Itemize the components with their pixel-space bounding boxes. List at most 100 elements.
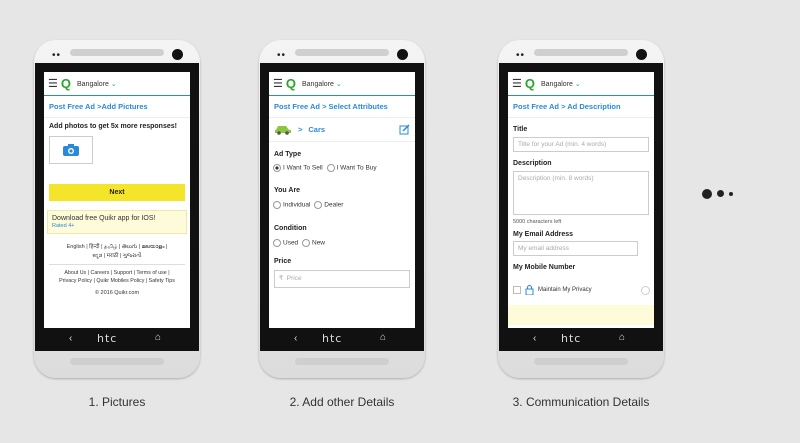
breadcrumb: Post Free Ad > Select Attributes — [269, 96, 415, 118]
phone-pictures: •• ☰ Q Bangalore ⌄ Post Free Ad >Add Pic… — [34, 40, 200, 378]
speaker-grille-bottom — [534, 358, 628, 365]
ios-promo[interactable]: Download free Quikr app for IOS! Rated 4… — [47, 210, 187, 234]
screen-pictures: ☰ Q Bangalore ⌄ Post Free Ad >Add Pictur… — [44, 72, 190, 328]
ad-type-label: Ad Type — [274, 151, 302, 158]
home-icon[interactable]: ⌂ — [155, 332, 161, 343]
option-label: Individual — [283, 201, 311, 209]
radio-used[interactable] — [273, 239, 281, 247]
privacy-label: Maintain My Privacy — [538, 287, 592, 293]
home-icon[interactable]: ⌂ — [380, 332, 386, 343]
ios-promo-text: Download free Quikr app for IOS! — [52, 215, 156, 222]
add-photo-button[interactable] — [49, 136, 93, 164]
option-label: I Want To Sell — [283, 164, 323, 172]
title-label: Title — [513, 126, 528, 133]
system-navbar: ‹ htc ⌂ — [260, 329, 424, 351]
condition-options: Used New — [269, 232, 415, 247]
description-label: Description — [513, 160, 552, 167]
notice-strip — [508, 305, 654, 325]
chevron-down-icon: ⌄ — [335, 80, 342, 88]
phone-attributes: •• ☰ Q Bangalore ⌄ Post Free Ad > Select… — [259, 40, 425, 378]
footer-links-line[interactable]: Privacy Policy | Quikr Mobiles Policy | … — [44, 277, 190, 285]
htc-logo: htc — [97, 332, 118, 345]
radio-dealer[interactable] — [314, 201, 323, 209]
radio-sell[interactable] — [273, 164, 281, 172]
htc-logo: htc — [322, 332, 343, 345]
system-navbar: ‹ htc ⌂ — [499, 329, 663, 351]
speaker-grille — [70, 49, 164, 56]
price-placeholder: Price — [286, 275, 302, 282]
app-header: ☰ Q Bangalore ⌄ — [269, 72, 415, 96]
back-icon[interactable]: ‹ — [294, 333, 297, 344]
quikr-logo: Q — [524, 76, 535, 91]
edit-icon[interactable] — [399, 124, 410, 135]
city-selector[interactable]: Bangalore ⌄ — [302, 80, 342, 88]
menu-icon[interactable]: ☰ — [48, 77, 58, 90]
camera-icon — [397, 49, 408, 60]
category-row[interactable]: > Cars — [269, 118, 415, 142]
speaker-grille — [295, 49, 389, 56]
menu-icon[interactable]: ☰ — [512, 77, 522, 90]
privacy-row[interactable]: Maintain My Privacy — [508, 271, 654, 295]
email-label: My Email Address — [513, 231, 574, 238]
quikr-logo: Q — [60, 76, 71, 91]
description-textarea[interactable]: Description (min. 8 words) — [513, 171, 649, 215]
step-caption: 2. Add other Details — [289, 395, 395, 409]
breadcrumb: Post Free Ad > Ad Description — [508, 96, 654, 118]
lock-icon — [525, 285, 534, 295]
step-caption: 3. Communication Details — [512, 395, 650, 409]
screen-attributes: ☰ Q Bangalore ⌄ Post Free Ad > Select At… — [269, 72, 415, 328]
option-label: Used — [283, 239, 299, 247]
next-button-label: Next — [109, 189, 125, 196]
back-icon[interactable]: ‹ — [533, 333, 536, 344]
price-input[interactable]: ₹ Price — [274, 270, 410, 288]
option-label: New — [312, 239, 326, 247]
condition-label: Condition — [274, 225, 307, 232]
character-counter: 5000 characters left — [513, 219, 562, 225]
city-selector[interactable]: Bangalore ⌄ — [541, 80, 581, 88]
camera-icon — [172, 49, 183, 60]
system-navbar: ‹ htc ⌂ — [35, 329, 199, 351]
menu-icon[interactable]: ☰ — [273, 77, 283, 90]
language-links-line[interactable]: ಕನ್ನಡ | मराठी | ગુજરાતી — [44, 252, 190, 261]
privacy-checkbox[interactable] — [513, 286, 521, 294]
phone-description: •• ☰ Q Bangalore ⌄ Post Free Ad > Ad Des… — [498, 40, 664, 378]
radio-new[interactable] — [302, 239, 310, 247]
city-selector[interactable]: Bangalore ⌄ — [77, 80, 117, 88]
email-input[interactable]: My email address — [513, 241, 638, 256]
radio-individual[interactable] — [273, 201, 281, 209]
back-icon[interactable]: ‹ — [69, 333, 72, 344]
rupee-icon: ₹ — [279, 275, 284, 282]
speaker-grille-bottom — [295, 358, 389, 365]
app-rating: Rated 4+ — [52, 223, 75, 229]
next-button[interactable]: Next — [49, 184, 185, 201]
radio-buy[interactable] — [326, 164, 335, 172]
speaker-grille-bottom — [70, 358, 164, 365]
you-are-options: Individual Dealer — [269, 194, 415, 209]
breadcrumb: Post Free Ad >Add Pictures — [44, 96, 190, 118]
step-caption: 1. Pictures — [88, 395, 146, 409]
car-icon — [275, 126, 291, 135]
info-icon[interactable] — [641, 285, 650, 295]
footer-links[interactable]: About Us | Careers | Support | Terms of … — [44, 269, 190, 285]
language-links[interactable]: English | हिन्दी | தமிழ் | తెలుగు | മലയാ… — [44, 243, 190, 261]
sensor-dots: •• — [516, 50, 526, 61]
option-label: I Want To Buy — [336, 164, 377, 172]
mobile-label: My Mobile Number — [513, 264, 576, 271]
chevron-down-icon: ⌄ — [574, 80, 581, 88]
sensor-dots: •• — [277, 50, 287, 61]
htc-logo: htc — [561, 332, 582, 345]
quikr-logo: Q — [285, 76, 296, 91]
more-steps-icon — [702, 185, 738, 203]
language-links-line[interactable]: English | हिन्दी | தமிழ் | తెలుగు | മലയാ… — [44, 243, 190, 252]
copyright: © 2016 Quikr.com — [94, 290, 140, 296]
footer-links-line[interactable]: About Us | Careers | Support | Terms of … — [44, 269, 190, 277]
home-icon[interactable]: ⌂ — [619, 332, 625, 343]
speaker-grille — [534, 49, 628, 56]
sensor-dots: •• — [52, 50, 62, 61]
chevron-down-icon: ⌄ — [110, 80, 117, 88]
camera-icon — [636, 49, 647, 60]
screen-description: ☰ Q Bangalore ⌄ Post Free Ad > Ad Descri… — [508, 72, 654, 328]
title-input[interactable]: Title for your Ad (min. 4 words) — [513, 137, 649, 152]
option-label: Dealer — [324, 201, 344, 209]
ad-type-options: I Want To Sell I Want To Buy — [269, 158, 415, 172]
